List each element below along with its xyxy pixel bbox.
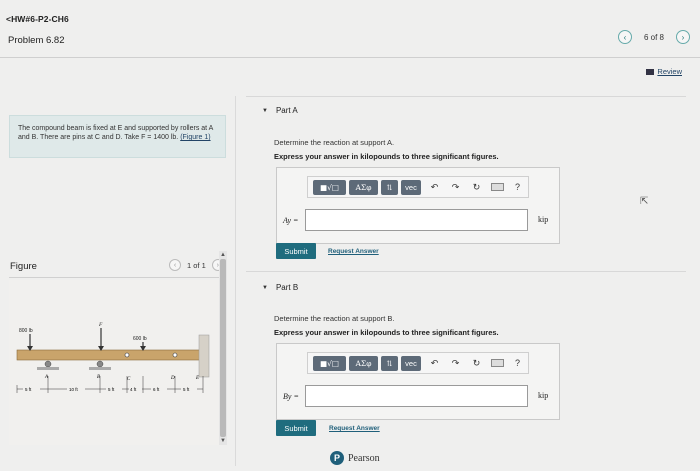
dim-label-2: 10 ft — [69, 387, 79, 392]
scroll-up-icon[interactable]: ▲ — [219, 251, 227, 259]
mouse-cursor-icon: ⇱ — [640, 196, 649, 207]
previous-problem-button[interactable]: ‹ — [617, 30, 632, 44]
part-b-submit-button[interactable]: Submit — [276, 420, 316, 436]
part-a-header[interactable]: ▼ Part A — [262, 106, 298, 115]
part-a-answer-box: ■√□ ΑΣφ ⇅ vec ↶ ↷ ↻ ? Ay = kip — [276, 167, 560, 244]
part-a-divider — [246, 96, 686, 97]
next-problem-button[interactable]: › — [676, 30, 690, 44]
part-b-unit: kip — [538, 391, 549, 400]
part-b-request-answer-link[interactable]: Request Answer — [329, 425, 380, 432]
figure-scrollbar[interactable]: ▲ ▼ — [219, 251, 227, 445]
greek-symbols-button[interactable]: ΑΣφ — [349, 179, 378, 195]
pearson-logo-icon: P — [330, 451, 344, 465]
point-E-label: E — [195, 376, 199, 381]
review-label: Review — [657, 67, 682, 76]
page: <HW#6-P2-CH6 Problem 6.82 ‹ 6 of 8 › Rev… — [0, 0, 700, 471]
pearson-wordmark: Pearson — [348, 452, 380, 464]
scroll-thumb[interactable] — [220, 259, 226, 437]
figure-panel: 800 lb F 600 lb A B C D E 5 ft 10 ft 5 f… — [9, 280, 219, 445]
part-a-math-toolbar: ■√□ ΑΣφ ⇅ vec ↶ ↷ ↻ ? — [307, 176, 529, 198]
help-icon[interactable]: ? — [510, 356, 525, 371]
dim-label-5: 6 ft — [153, 387, 160, 392]
part-b-math-toolbar: ■√□ ΑΣφ ⇅ vec ↶ ↷ ↻ ? — [307, 352, 529, 374]
problem-pager-text: 6 of 8 — [643, 32, 664, 42]
part-b-answer-box: ■√□ ΑΣφ ⇅ vec ↶ ↷ ↻ ? By = kip — [276, 343, 560, 420]
pearson-branding: P Pearson — [330, 451, 380, 465]
arrows-button[interactable]: ⇅ — [381, 179, 398, 195]
figure-pager: ‹ 1 of 1 › — [169, 259, 224, 271]
roller-B — [96, 360, 104, 368]
part-a-instruction: Express your answer in kilopounds to thr… — [274, 152, 499, 161]
reset-icon[interactable]: ↻ — [469, 356, 484, 371]
figure-pager-text: 1 of 1 — [187, 260, 206, 270]
collapse-caret-icon: ▼ — [262, 107, 268, 114]
point-C-label: C — [127, 377, 131, 382]
part-b-answer-label: By = — [283, 392, 299, 401]
point-B-label: B — [97, 375, 100, 380]
arrows-button[interactable]: ⇅ — [381, 355, 398, 371]
header-divider — [0, 57, 700, 58]
problem-title: Problem 6.82 — [8, 35, 65, 46]
pin-D — [172, 352, 178, 358]
figure-link[interactable]: (Figure 1) — [180, 134, 210, 141]
load-600-label: 600 lb — [133, 336, 147, 342]
part-b-question: Determine the reaction at support B. — [274, 314, 395, 323]
redo-icon[interactable]: ↷ — [448, 180, 463, 195]
problem-statement: The compound beam is fixed at E and supp… — [9, 115, 226, 158]
part-b-divider — [246, 271, 686, 272]
greek-symbols-button[interactable]: ΑΣφ — [349, 355, 378, 371]
undo-icon[interactable]: ↶ — [427, 180, 442, 195]
part-b-header[interactable]: ▼ Part B — [262, 283, 298, 292]
reset-icon[interactable]: ↻ — [469, 180, 484, 195]
column-divider — [235, 96, 236, 466]
keyboard-icon[interactable] — [491, 359, 504, 367]
fixed-wall — [198, 334, 210, 378]
pin-C — [124, 352, 130, 358]
problem-pager: ‹ 6 of 8 › — [617, 30, 690, 44]
part-a-title: Part A — [275, 106, 298, 115]
collapse-caret-icon: ▼ — [262, 284, 268, 291]
beam-diagram: 800 lb F 600 lb A B C D E 5 ft 10 ft 5 f… — [16, 322, 210, 393]
dim-label-4: 4 ft — [130, 387, 137, 392]
undo-icon[interactable]: ↶ — [427, 356, 442, 371]
point-D-label: D — [170, 376, 175, 381]
part-a-question: Determine the reaction at support A. — [274, 138, 395, 147]
part-a-request-answer-link[interactable]: Request Answer — [328, 248, 379, 255]
vec-button[interactable]: vec — [401, 355, 421, 371]
dim-label-3: 5 ft — [108, 387, 115, 392]
part-a-unit: kip — [538, 215, 549, 224]
dim-label-6: 5 ft — [183, 387, 190, 392]
figure-heading: Figure — [10, 261, 37, 272]
help-icon[interactable]: ? — [510, 180, 525, 195]
part-b-answer-input[interactable] — [305, 385, 528, 407]
dim-label-1: 5 ft — [25, 387, 32, 392]
previous-figure-button[interactable]: ‹ — [169, 259, 181, 271]
templates-button[interactable]: ■√□ — [313, 179, 346, 195]
review-icon — [646, 68, 655, 75]
review-link[interactable]: Review — [646, 67, 682, 76]
keyboard-icon[interactable] — [491, 183, 504, 191]
back-to-assignment-link[interactable]: <HW#6-P2-CH6 — [6, 14, 69, 24]
vec-button[interactable]: vec — [401, 179, 421, 195]
templates-button[interactable]: ■√□ — [313, 355, 346, 371]
load-F-label: F — [98, 322, 103, 328]
part-a-answer-input[interactable] — [305, 209, 528, 231]
part-b-instruction: Express your answer in kilopounds to thr… — [274, 328, 499, 337]
ground-A — [37, 367, 59, 370]
redo-icon[interactable]: ↷ — [448, 356, 463, 371]
scroll-down-icon[interactable]: ▼ — [219, 437, 227, 445]
ground-B — [89, 367, 111, 370]
roller-A — [44, 360, 52, 368]
part-b-title: Part B — [275, 283, 299, 292]
figure-divider — [9, 277, 227, 278]
part-a-answer-label: Ay = — [283, 216, 299, 225]
part-a-submit-button[interactable]: Submit — [276, 243, 316, 259]
load-800-label: 800 lb — [19, 328, 33, 334]
